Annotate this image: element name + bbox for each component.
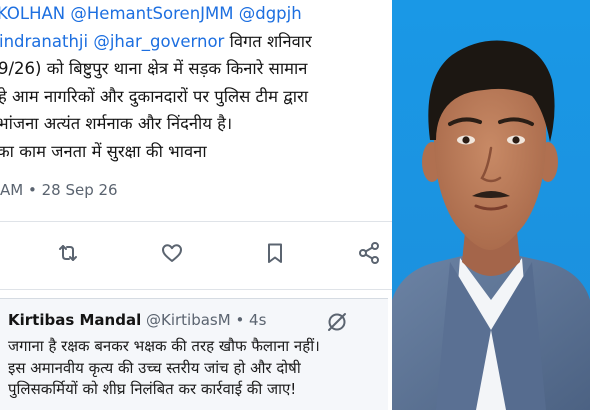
- reply-author-handle[interactable]: @KirtibasM • 4s: [141, 311, 266, 329]
- share-button[interactable]: [352, 236, 386, 270]
- divider: [0, 289, 392, 290]
- tweet-screenshot-panel: KOLHAN @HemantSorenJMM @dgpjh indranathj…: [0, 0, 392, 410]
- tweet-text: KOLHAN @HemantSorenJMM @dgpjh indranathj…: [0, 0, 392, 165]
- reply-more-button[interactable]: [324, 309, 350, 335]
- share-icon: [359, 242, 379, 264]
- tweet-line-5: भांजना अत्यंत शर्मनाक और निंदनीय है।: [0, 114, 233, 133]
- heart-icon: [162, 244, 182, 262]
- like-button[interactable]: [155, 236, 189, 270]
- reply-text: जगाना है रक्षक बनकर भक्षक की तरह खौफ फैल…: [8, 336, 320, 401]
- divider: [0, 221, 392, 222]
- tweet-line-3: 9/26) को बिष्टुपुर थाना क्षेत्र में सड़क…: [0, 59, 308, 78]
- tweet-line-2: indranathji @jhar_governor विगत शनिवार: [0, 28, 392, 56]
- tweet-line-6: का काम जनता में सुरक्षा की भावना: [0, 141, 207, 161]
- grok-icon: [328, 313, 346, 331]
- retweet-icon: [59, 245, 77, 261]
- reply-line: जगाना है रक्षक बनकर भक्षक की तरह खौफ फैल…: [8, 337, 320, 355]
- tweet-line-1: KOLHAN @HemantSorenJMM @dgpjh: [0, 0, 392, 28]
- person-photo: [392, 0, 590, 410]
- retweet-button[interactable]: [51, 236, 85, 270]
- tweet-line-text: विगत शनिवार: [224, 31, 312, 51]
- bookmark-icon: [268, 243, 282, 263]
- tweet-mentions[interactable]: KOLHAN @HemantSorenJMM @dgpjh: [0, 4, 302, 23]
- bookmark-button[interactable]: [258, 236, 292, 270]
- reply-card[interactable]: Kirtibas Mandal @KirtibasM • 4s जगाना है…: [0, 298, 388, 410]
- reply-line: पुलिसकर्मियों को शीघ्र निलंबित कर कार्रव…: [8, 380, 297, 398]
- tweet-action-bar: [0, 236, 392, 270]
- reply-header: Kirtibas Mandal @KirtibasM • 4s: [8, 311, 266, 329]
- reply-author-name[interactable]: Kirtibas Mandal: [8, 311, 141, 329]
- reply-line: इस अमानवीय कृत्य की उच्च स्तरीय जांच हो …: [8, 358, 301, 377]
- tweet-line-4: हे आम नागरिकों और दुकानदारों पर पुलिस टी…: [0, 86, 309, 106]
- tweet-mentions[interactable]: indranathji @jhar_governor: [0, 32, 224, 51]
- tweet-timestamp[interactable]: AM • 28 Sep 26: [0, 181, 118, 199]
- person-portrait-image: [392, 0, 590, 410]
